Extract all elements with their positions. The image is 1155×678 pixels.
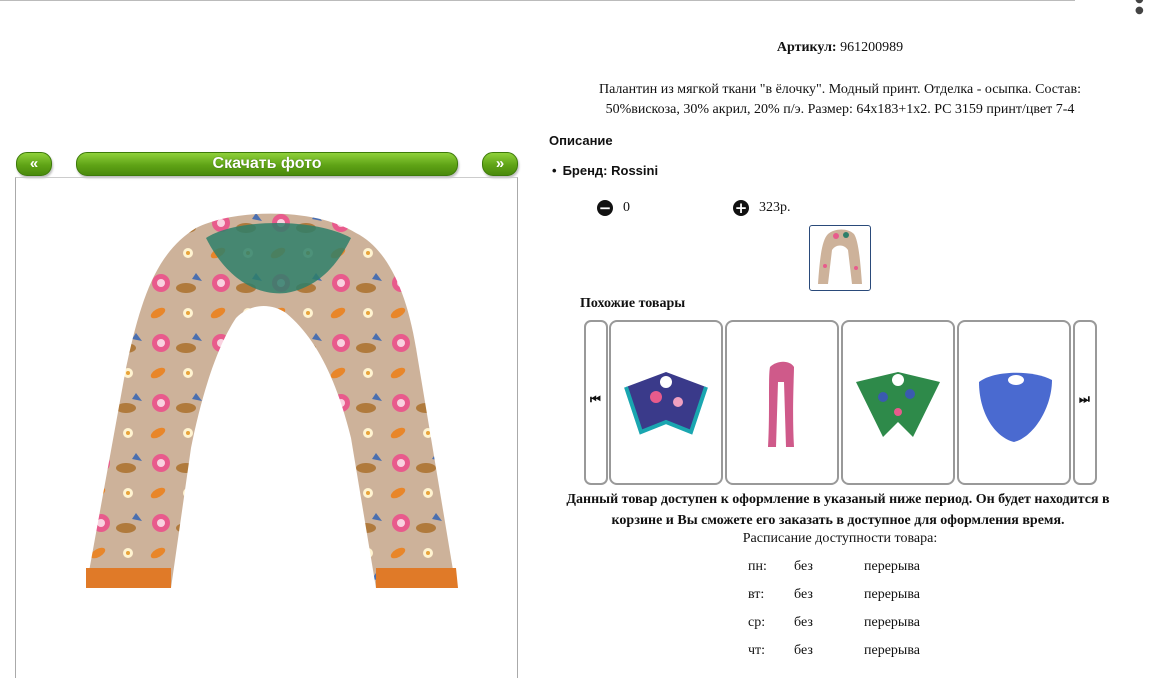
schedule-title: Расписание доступности товара: xyxy=(742,531,938,546)
schedule-from: без xyxy=(794,615,813,630)
article-label: Артикул: xyxy=(776,40,837,55)
product-image-2 xyxy=(768,361,794,447)
schedule-day: чт: xyxy=(748,643,766,658)
carousel-prev-button[interactable]: ⏮ xyxy=(584,320,608,485)
article-line: Артикул: 961200989 xyxy=(540,40,1140,56)
brand-item: • Бренд: Rossini xyxy=(552,163,658,178)
schedule-to: перерыва xyxy=(864,615,920,630)
bullet-icon: • xyxy=(552,163,557,178)
schedule-day: ср: xyxy=(748,615,766,630)
product-image-3 xyxy=(856,372,940,437)
description-line-2: 50%вискоза, 30% акрил, 20% п/э. Размер: … xyxy=(605,102,1075,117)
price-control: +323р. xyxy=(733,200,791,216)
description-line-1: Палантин из мягкой ткани "в ёлочку". Мод… xyxy=(598,82,1082,97)
schedule-from: без xyxy=(794,559,813,574)
quantity-control: −0 xyxy=(597,200,630,216)
similar-products-title: Похожие товары xyxy=(580,296,686,311)
similar-product-3[interactable] xyxy=(841,320,955,485)
availability-line-1: Данный товар доступен к оформление в ука… xyxy=(566,492,1110,507)
product-photo[interactable] xyxy=(86,208,461,593)
carousel-next-button[interactable]: ⏭ xyxy=(1073,320,1097,485)
schedule-to: перерыва xyxy=(864,559,920,574)
skip-next-icon: ⏭ xyxy=(1079,392,1090,406)
similar-product-1[interactable] xyxy=(609,320,723,485)
similar-product-2[interactable] xyxy=(725,320,839,485)
article-value: 961200989 xyxy=(840,40,904,55)
prev-photo-button[interactable]: « xyxy=(16,152,52,176)
thumbnail-image xyxy=(818,229,862,284)
next-photo-button[interactable]: » xyxy=(482,152,518,176)
product-image-4 xyxy=(979,372,1052,442)
product-description: Палантин из мягкой ткани "в ёлочку". Мод… xyxy=(545,80,1135,120)
schedule-from: без xyxy=(794,587,813,602)
similar-product-4[interactable] xyxy=(957,320,1071,485)
download-photo-button[interactable]: Скачать фото xyxy=(76,152,458,176)
schedule-to: перерыва xyxy=(864,643,920,658)
schedule-from: без xyxy=(794,643,813,658)
top-divider xyxy=(0,0,1075,1)
skip-previous-icon: ⏮ xyxy=(590,392,601,406)
product-thumbnail[interactable] xyxy=(809,225,871,291)
photo-frame xyxy=(15,177,518,678)
schedule-to: перерыва xyxy=(864,587,920,602)
corner-mark: ● ● xyxy=(1135,0,1144,16)
price-value: 323р. xyxy=(759,200,791,215)
minus-icon[interactable]: − xyxy=(597,200,613,216)
brand-label: Бренд: Rossini xyxy=(562,163,659,178)
section-title: Описание xyxy=(549,133,613,148)
quantity-value: 0 xyxy=(623,200,630,215)
product-image-1 xyxy=(624,372,708,435)
schedule-day: пн: xyxy=(748,559,767,574)
availability-line-2: корзине и Вы сможете его заказать в дост… xyxy=(611,513,1065,528)
plus-icon[interactable]: + xyxy=(733,200,749,216)
schedule-day: вт: xyxy=(748,587,765,602)
availability-notice: Данный товар доступен к оформление в ука… xyxy=(520,489,1155,531)
